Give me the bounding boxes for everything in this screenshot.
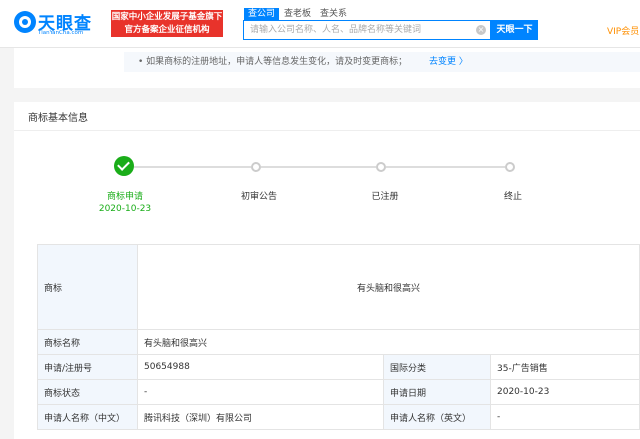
class-label: 国际分类 bbox=[383, 354, 491, 380]
name-value: 有头脑和很高兴 bbox=[137, 329, 640, 355]
vip-link[interactable]: VIP会员 bbox=[607, 24, 639, 37]
applicant-en-label: 申请人名称（英文） bbox=[383, 404, 491, 430]
tab-relation[interactable]: 查关系 bbox=[316, 8, 351, 20]
table-row: 商标名称 有头脑和很高兴 bbox=[37, 329, 640, 355]
banner-line-1: 国家中小企业发展子基金旗下 bbox=[111, 12, 223, 22]
change-link[interactable]: 去变更 〉 bbox=[429, 52, 468, 72]
step-registered-label: 已注册 bbox=[371, 192, 399, 202]
step-applied-date: 2020-10-23 bbox=[98, 204, 152, 214]
logo-subtext: TianYanCha.com bbox=[38, 30, 84, 36]
status-value: - bbox=[137, 379, 384, 405]
trademark-info-table: 商标 有头脑和很高兴 商标名称 有头脑和很高兴 申请/注册号 50654988 … bbox=[37, 244, 640, 430]
notice-text: • 如果商标的注册地址，申请人等信息发生变化，请及时变更商标； bbox=[138, 57, 408, 67]
tab-company[interactable]: 查公司 bbox=[244, 8, 280, 20]
trademark-info-card: 商标基本信息 商标申请 2020-10-23 初审公告 已注册 终止 商标 有头… bbox=[14, 102, 640, 439]
progress-line bbox=[261, 166, 376, 168]
eye-logo-icon bbox=[14, 11, 36, 33]
notice-card: • 如果商标的注册地址，申请人等信息发生变化，请及时变更商标； 去变更 〉 bbox=[14, 48, 640, 88]
apply-date-label: 申请日期 bbox=[383, 379, 491, 405]
table-row: 申请/注册号 50654988 国际分类 35-广告销售 bbox=[37, 354, 640, 380]
section-divider bbox=[14, 130, 640, 131]
step-preliminary-label: 初审公告 bbox=[240, 192, 278, 202]
step-registered-dot bbox=[376, 162, 386, 172]
applicant-cn-link[interactable]: 腾讯科技（深圳）有限公司 bbox=[137, 404, 384, 430]
notice-box: • 如果商标的注册地址，申请人等信息发生变化，请及时变更商标； 去变更 〉 bbox=[124, 52, 640, 72]
search-input[interactable] bbox=[244, 21, 474, 39]
status-label: 商标状态 bbox=[37, 379, 138, 405]
progress-line bbox=[134, 166, 251, 168]
official-banner: 国家中小企业发展子基金旗下 官方备案企业征信机构 bbox=[111, 10, 223, 37]
name-label: 商标名称 bbox=[37, 329, 138, 355]
tab-boss[interactable]: 查老板 bbox=[280, 8, 315, 20]
step-terminated-dot bbox=[505, 162, 515, 172]
applicant-cn-label: 申请人名称（中文） bbox=[37, 404, 138, 430]
section-title: 商标基本信息 bbox=[28, 113, 88, 124]
step-applied-check-icon bbox=[114, 156, 134, 176]
reg-no-value: 50654988 bbox=[137, 354, 384, 380]
progress-line bbox=[386, 166, 505, 168]
class-value: 35-广告销售 bbox=[490, 354, 640, 380]
step-applied-label: 商标申请 bbox=[106, 192, 144, 202]
site-logo[interactable]: 天眼查 TianYanCha.com bbox=[14, 9, 106, 39]
applicant-en-value: - bbox=[490, 404, 640, 430]
table-row: 申请人名称（中文） 腾讯科技（深圳）有限公司 申请人名称（英文） - bbox=[37, 404, 640, 430]
trademark-label: 商标 bbox=[37, 244, 138, 330]
clear-icon[interactable]: × bbox=[476, 25, 486, 35]
reg-no-label: 申请/注册号 bbox=[37, 354, 138, 380]
top-header: 天眼查 TianYanCha.com 国家中小企业发展子基金旗下 官方备案企业征… bbox=[0, 0, 640, 48]
table-row: 商标状态 - 申请日期 2020-10-23 bbox=[37, 379, 640, 405]
search-box: × bbox=[243, 20, 491, 40]
apply-date-value: 2020-10-23 bbox=[490, 379, 640, 405]
step-preliminary-dot bbox=[251, 162, 261, 172]
search-button[interactable]: 天眼一下 bbox=[491, 20, 538, 40]
trademark-image[interactable]: 有头脑和很高兴 bbox=[137, 244, 640, 330]
step-terminated-label: 终止 bbox=[503, 192, 523, 202]
banner-line-2: 官方备案企业征信机构 bbox=[124, 25, 210, 35]
table-row: 商标 有头脑和很高兴 bbox=[37, 244, 640, 330]
